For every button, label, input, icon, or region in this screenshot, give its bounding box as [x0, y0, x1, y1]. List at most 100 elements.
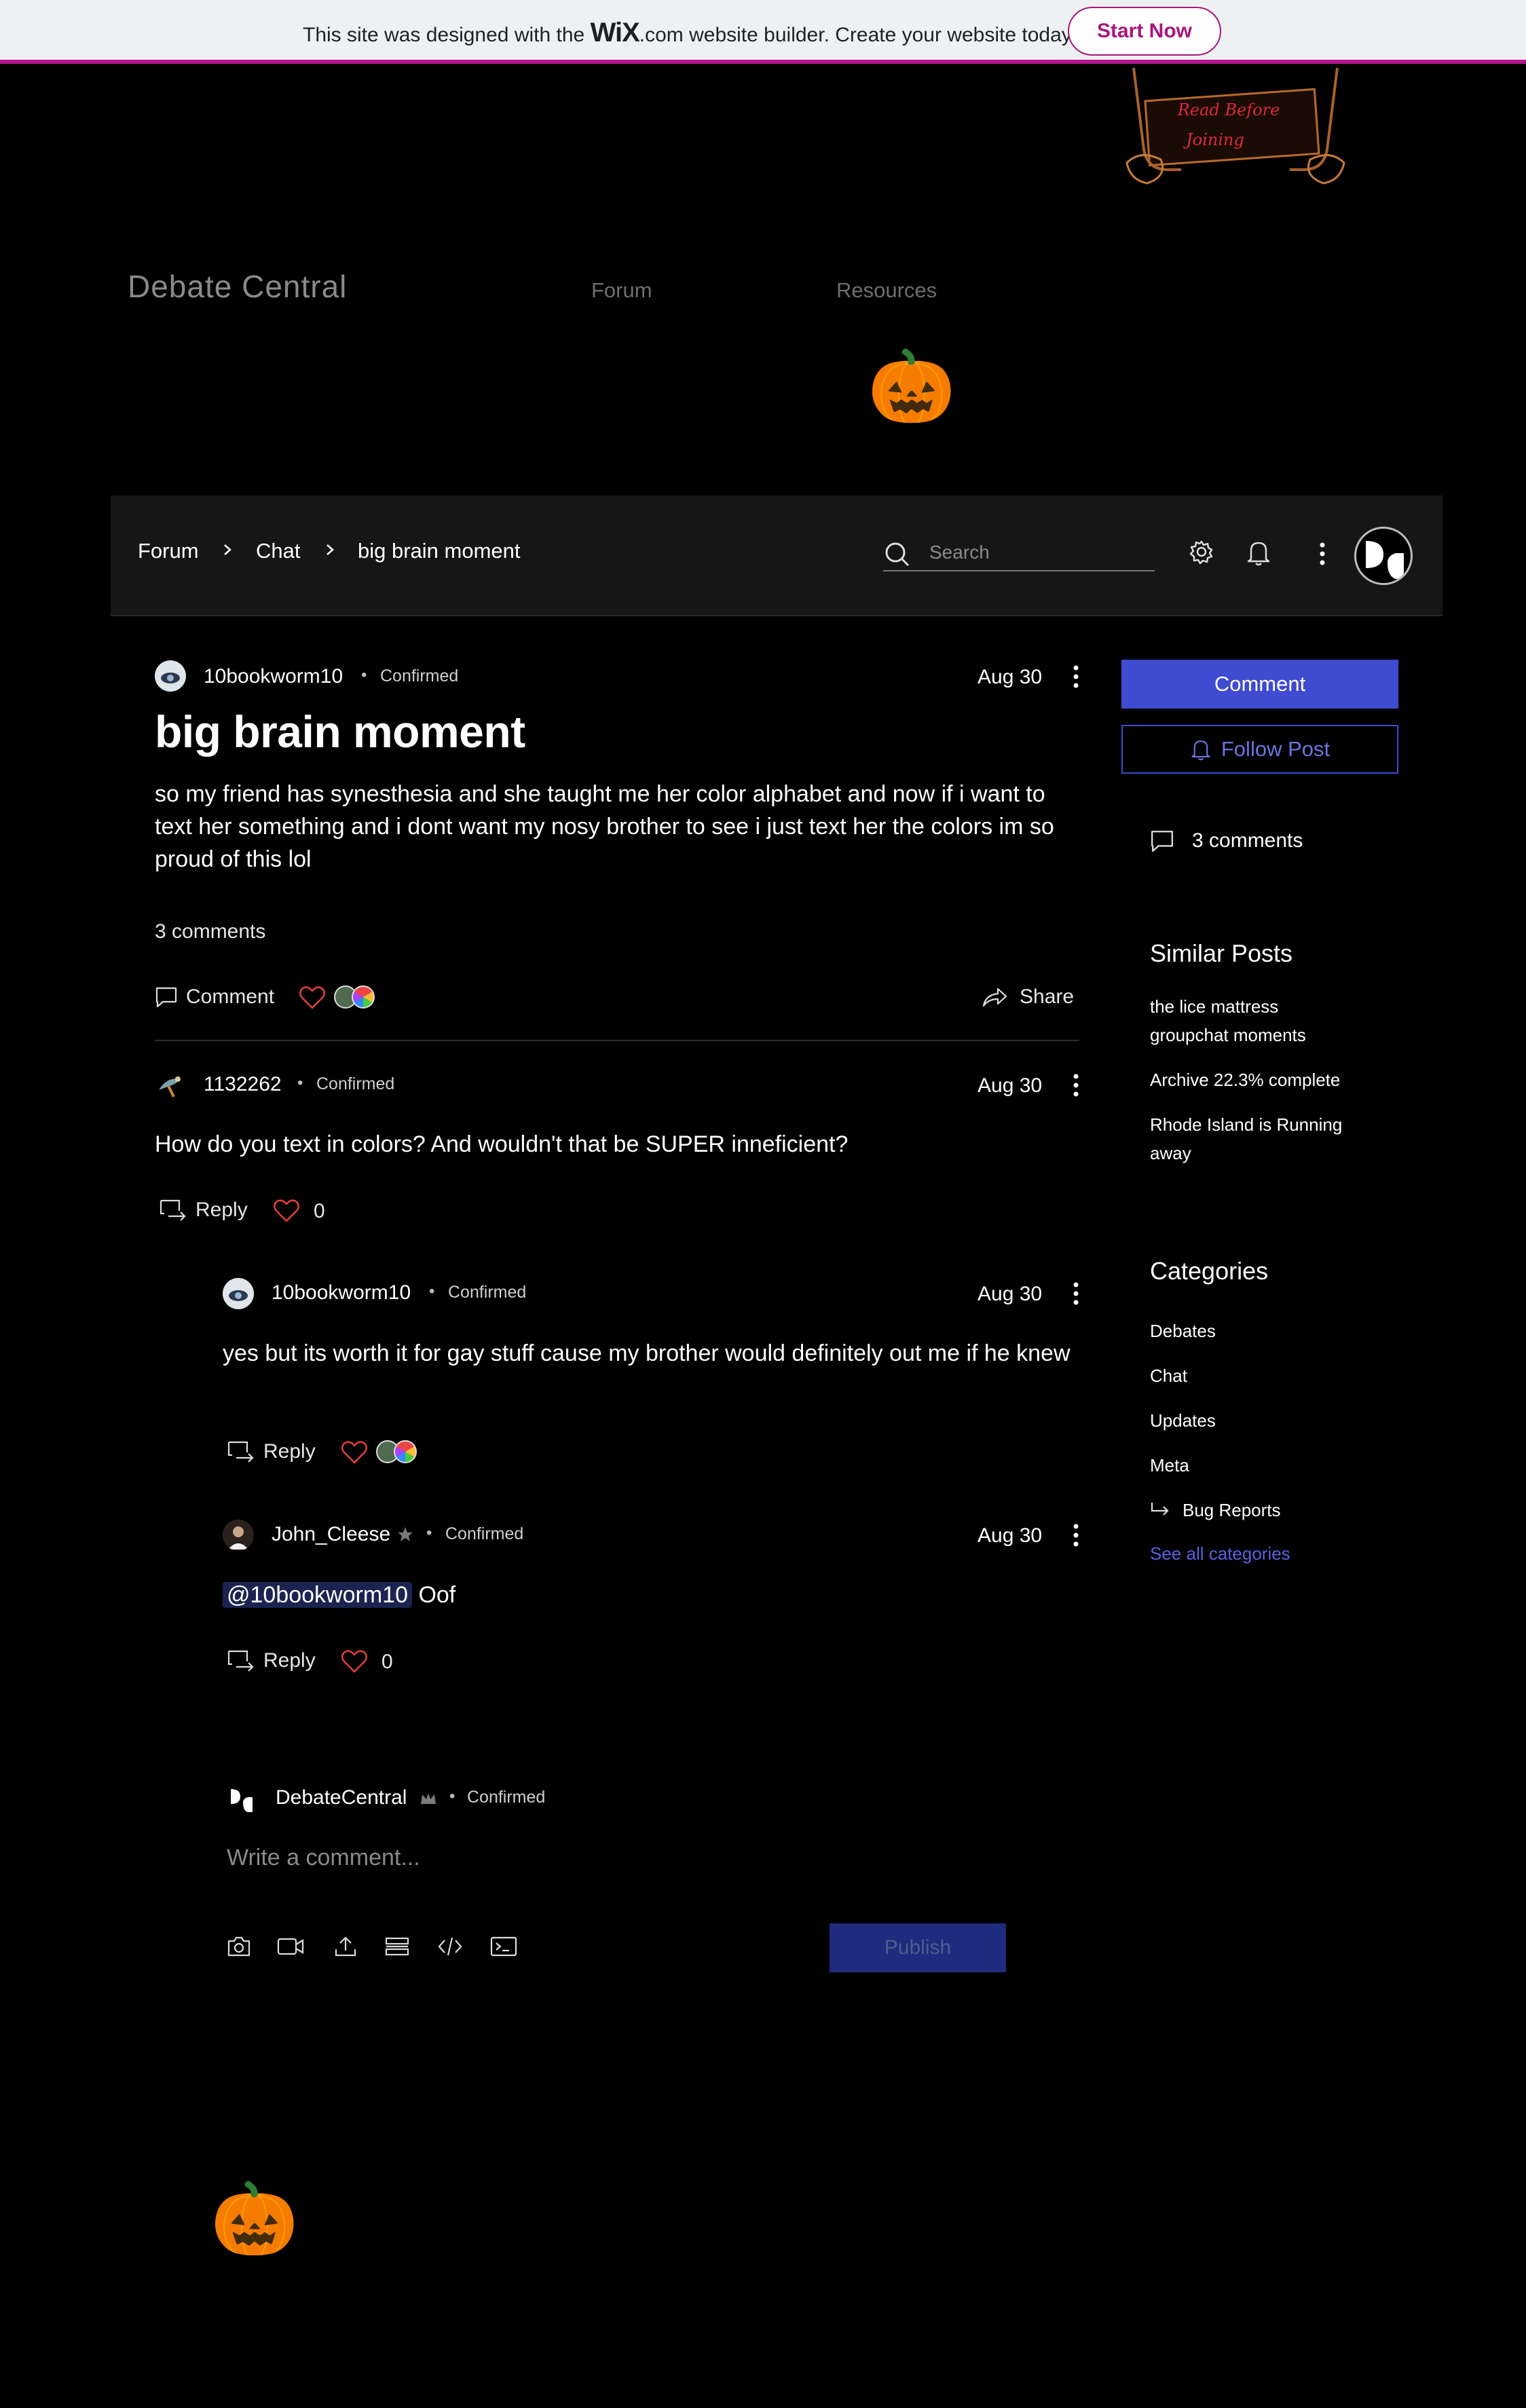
user-mention-link[interactable]: @10bookworm10: [223, 1582, 412, 1608]
bell-icon[interactable]: [1246, 539, 1271, 566]
separator-dot: •: [426, 1524, 432, 1542]
user-avatar[interactable]: [1354, 527, 1413, 585]
comment-action-label: Comment: [186, 985, 275, 1008]
forum-toolbar: Forum Chat big brain moment Search: [111, 495, 1443, 616]
sidebar-comments-count: 3 comments: [1150, 829, 1303, 852]
reply-icon: [227, 1441, 254, 1463]
like-heart-icon[interactable]: [299, 985, 326, 1010]
separator-dot: •: [297, 1074, 303, 1092]
site-title[interactable]: Debate Central: [128, 268, 347, 305]
crown-icon: [421, 1793, 436, 1804]
camera-icon[interactable]: [227, 1936, 251, 1957]
commenter-avatar[interactable]: [223, 1520, 254, 1551]
reply-button[interactable]: Reply: [227, 1649, 316, 1672]
nav-resources[interactable]: Resources: [836, 278, 937, 303]
category-link-chat[interactable]: Chat: [1150, 1361, 1187, 1390]
wix-text-before: This site was designed with the: [303, 24, 585, 46]
category-link-meta[interactable]: Meta: [1150, 1451, 1189, 1480]
post-body: so my friend has synesthesia and she tau…: [155, 781, 1054, 872]
reply-icon: [160, 1199, 186, 1221]
like-count: 0: [382, 1651, 393, 1673]
publish-button[interactable]: Publish: [830, 1923, 1006, 1972]
post-author-name[interactable]: 10bookworm10: [204, 665, 343, 688]
comment-text-content: Oof: [412, 1582, 456, 1608]
bell-icon: [1191, 740, 1210, 761]
similar-post-link[interactable]: Rhode Island is Running away: [1150, 1110, 1374, 1167]
comment-more-icon[interactable]: [1073, 1523, 1079, 1547]
gear-icon[interactable]: [1189, 539, 1214, 565]
subcategory-arrow-icon: [1151, 1503, 1169, 1516]
liker-avatar[interactable]: [394, 1440, 417, 1463]
follow-post-button[interactable]: Follow Post: [1121, 725, 1398, 774]
comment-date: Aug 30: [978, 1074, 1043, 1097]
separator-dot: •: [449, 1787, 455, 1805]
post-date: Aug 30: [978, 666, 1043, 688]
reply-label: Reply: [196, 1199, 248, 1221]
sign-text-line2: Joining: [1183, 130, 1244, 149]
wix-promo-text: This site was designed with the WiX.com …: [303, 18, 1076, 48]
star-icon: [398, 1527, 413, 1541]
commenter-avatar[interactable]: [223, 1278, 254, 1309]
commenter-avatar[interactable]: [155, 1070, 186, 1101]
wix-text-after: .com website builder. Create your websit…: [639, 24, 1076, 46]
reply-button[interactable]: Reply: [227, 1440, 316, 1463]
search-field[interactable]: Search: [883, 533, 1155, 571]
separator-dot: •: [361, 666, 367, 684]
comment-author-name[interactable]: John_Cleese: [272, 1523, 390, 1546]
debatecentral-logo-icon: [1366, 541, 1404, 579]
similar-post-link[interactable]: the lice mattress groupchat moments: [1150, 992, 1354, 1049]
wix-promo-banner: This site was designed with the WiX.com …: [0, 0, 1526, 64]
reply-label: Reply: [263, 1440, 316, 1463]
categories-heading: Categories: [1150, 1257, 1269, 1285]
search-icon: [885, 542, 910, 567]
liker-avatar[interactable]: [352, 985, 375, 1009]
video-icon[interactable]: [277, 1936, 304, 1957]
nav-forum[interactable]: Forum: [591, 278, 652, 303]
post-title: big brain moment: [155, 707, 525, 757]
confirmed-badge: Confirmed: [445, 1524, 524, 1543]
divider-insert-icon[interactable]: [384, 1936, 410, 1957]
share-button[interactable]: Share: [982, 985, 1074, 1009]
sidebar-comment-button[interactable]: Comment: [1121, 660, 1398, 709]
code-block-icon[interactable]: [490, 1936, 517, 1957]
confirmed-badge: Confirmed: [380, 666, 459, 685]
pumpkin-icon: 🎃: [868, 347, 956, 426]
breadcrumb-chat[interactable]: Chat: [256, 539, 300, 563]
comment-more-icon[interactable]: [1073, 1073, 1079, 1097]
category-link-updates[interactable]: Updates: [1150, 1406, 1216, 1435]
author-avatar[interactable]: [155, 660, 186, 692]
debatecentral-avatar-icon[interactable]: [227, 1784, 258, 1815]
post-more-icon[interactable]: [1073, 664, 1079, 689]
similar-post-link[interactable]: Archive 22.3% complete: [1150, 1066, 1340, 1094]
subcategory-link-bug-reports[interactable]: Bug Reports: [1150, 1496, 1281, 1524]
confirmed-badge: Confirmed: [448, 1283, 527, 1302]
confirmed-badge: Confirmed: [316, 1074, 395, 1093]
comment-text: yes but its worth it for gay stuff cause…: [223, 1340, 1071, 1366]
comment-author-name[interactable]: 10bookworm10: [272, 1281, 411, 1304]
see-all-categories-link[interactable]: See all categories: [1150, 1543, 1290, 1564]
search-input[interactable]: Search: [929, 542, 990, 563]
comment-action-button[interactable]: Comment: [155, 985, 274, 1009]
wix-logo: WiX: [590, 18, 640, 48]
separator-dot: •: [429, 1282, 435, 1300]
breadcrumb-forum[interactable]: Forum: [138, 539, 199, 563]
comment-text: @10bookworm10 Oof: [223, 1579, 1078, 1611]
subcategory-label: Bug Reports: [1183, 1500, 1281, 1520]
upload-icon[interactable]: [334, 1936, 357, 1957]
more-options-icon[interactable]: [1319, 542, 1326, 566]
comment-more-icon[interactable]: [1073, 1281, 1079, 1306]
composer-author-name[interactable]: DebateCentral: [276, 1786, 407, 1809]
like-heart-icon[interactable]: [341, 1440, 368, 1465]
start-now-button[interactable]: Start Now: [1068, 7, 1221, 56]
reply-icon: [227, 1650, 254, 1672]
read-before-joining-sign-image[interactable]: Read Before Joining: [1120, 68, 1351, 190]
comment-author-name[interactable]: 1132262: [204, 1073, 282, 1096]
like-heart-icon[interactable]: [273, 1199, 300, 1223]
category-link-debates[interactable]: Debates: [1150, 1317, 1216, 1345]
like-heart-icon[interactable]: [341, 1649, 368, 1674]
comment-input[interactable]: Write a comment...: [227, 1845, 420, 1871]
reply-button[interactable]: Reply: [159, 1199, 248, 1222]
breadcrumb-current-post: big brain moment: [358, 539, 521, 563]
code-icon[interactable]: [437, 1936, 463, 1957]
chevron-right-icon: [224, 544, 231, 555]
